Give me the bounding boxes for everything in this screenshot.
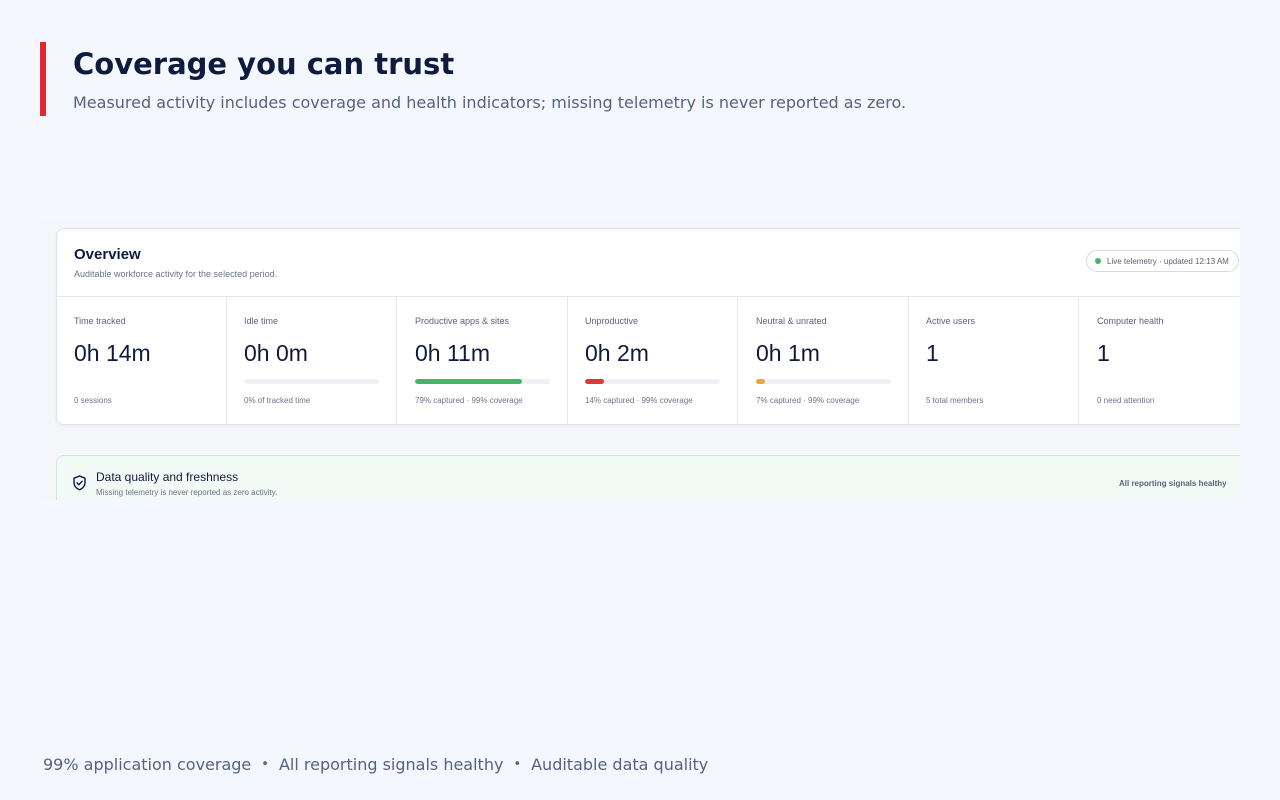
overview-title: Overview [74, 246, 141, 263]
metric-value: 0h 0m [244, 340, 308, 366]
metric-label: Idle time [244, 316, 279, 326]
live-status-dot-icon [1095, 258, 1101, 264]
data-quality-title: Data quality and freshness [96, 470, 239, 484]
metric-value: 0h 1m [756, 340, 820, 366]
neutral-progress-fill [756, 379, 766, 384]
neutral-progress-bar [756, 379, 891, 384]
metric-computer-health[interactable]: Computer health 1 0 need attention [1080, 297, 1240, 424]
metric-value: 0h 14m [74, 340, 151, 366]
metric-unproductive[interactable]: Unproductive 0h 2m 14% captured · 99% co… [568, 297, 738, 424]
metric-label: Productive apps & sites [415, 316, 510, 326]
footer-item-quality: Auditable data quality [531, 755, 709, 774]
metric-footnote: 0 need attention [1097, 396, 1155, 405]
metric-label: Neutral & unrated [756, 316, 827, 326]
dashboard-screenshot: Overview Auditable workforce activity fo… [40, 219, 1240, 500]
metric-footnote: 5 total members [926, 396, 984, 405]
footer-item-signals: All reporting signals healthy [278, 755, 504, 774]
metric-label: Time tracked [74, 316, 126, 326]
footer-separator: • [513, 757, 522, 772]
metric-footnote: 79% captured · 99% coverage [415, 396, 523, 405]
footer-item-coverage: 99% application coverage [43, 755, 252, 774]
metrics-row: Time tracked 0h 14m 0 sessions Idle time… [57, 297, 1240, 424]
shield-check-icon [73, 475, 86, 491]
metric-footnote: 0 sessions [74, 396, 112, 405]
metric-label: Computer health [1097, 316, 1164, 326]
live-telemetry-text: Live telemetry · updated 12:13 AM [1107, 256, 1229, 266]
metric-value: 1 [926, 340, 939, 366]
metric-idle-time[interactable]: Idle time 0h 0m 0% of tracked time [227, 297, 397, 424]
metric-value: 0h 2m [585, 340, 649, 366]
metric-active-users[interactable]: Active users 1 5 total members [909, 297, 1079, 424]
accent-bar [40, 42, 46, 116]
data-quality-status: All reporting signals healthy [1119, 479, 1227, 488]
productive-progress-fill [415, 379, 522, 384]
dashboard-background: Overview Auditable workforce activity fo… [40, 219, 1240, 500]
metric-time-tracked[interactable]: Time tracked 0h 14m 0 sessions [57, 297, 227, 424]
data-quality-subtitle: Missing telemetry is never reported as z… [96, 488, 278, 497]
overview-subtitle: Auditable workforce activity for the sel… [74, 269, 278, 279]
data-quality-banner: Data quality and freshness Missing telem… [56, 455, 1240, 500]
metric-label: Active users [926, 316, 976, 326]
slide-subheadline: Measured activity includes coverage and … [73, 93, 907, 112]
metric-footnote: 7% captured · 99% coverage [756, 396, 860, 405]
footer-highlights: 99% application coverage • All reporting… [43, 755, 708, 774]
metric-value: 1 [1097, 340, 1110, 366]
idle-progress-bar [244, 379, 379, 384]
metric-value: 0h 11m [415, 340, 491, 366]
live-telemetry-badge[interactable]: Live telemetry · updated 12:13 AM [1086, 250, 1239, 272]
productive-progress-bar [415, 379, 550, 384]
metric-footnote: 0% of tracked time [244, 396, 311, 405]
metric-label: Unproductive [585, 316, 639, 326]
footer-separator: • [261, 757, 269, 772]
metric-productive[interactable]: Productive apps & sites 0h 11m 79% captu… [398, 297, 568, 424]
unproductive-progress-bar [585, 379, 720, 384]
metric-neutral[interactable]: Neutral & unrated 0h 1m 7% captured · 99… [739, 297, 909, 424]
metric-footnote: 14% captured · 99% coverage [585, 396, 693, 405]
unproductive-progress-fill [585, 379, 604, 384]
overview-card: Overview Auditable workforce activity fo… [56, 228, 1240, 425]
slide-headline: Coverage you can trust [73, 47, 455, 81]
